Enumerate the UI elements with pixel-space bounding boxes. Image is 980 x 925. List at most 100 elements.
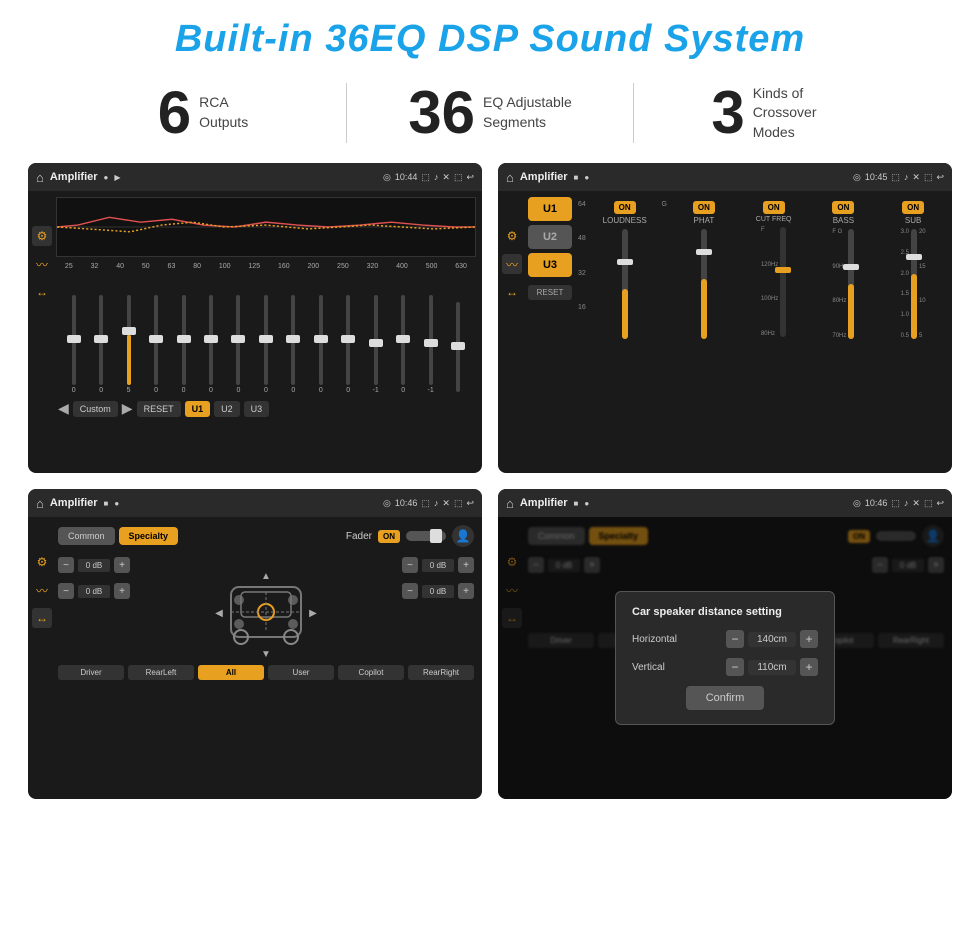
eq-slider-5[interactable]: 0 — [200, 295, 222, 394]
copy-icon-s1: ⬚ — [454, 172, 463, 183]
eq-icon-s2[interactable]: ⚙ — [502, 226, 522, 246]
user-btn-s3[interactable]: User — [268, 665, 334, 680]
phat-on-badge[interactable]: ON — [693, 201, 715, 214]
channel-bass: ON BASS F G90Hz80Hz70Hz — [811, 201, 877, 341]
u2-btn[interactable]: U2 — [214, 401, 240, 417]
vol-plus-fr[interactable]: + — [458, 557, 474, 573]
close-icon-s2[interactable]: ✕ — [912, 172, 920, 183]
cutfreq-on-badge[interactable]: ON — [763, 201, 785, 214]
eq-slider-12[interactable]: 0 — [392, 295, 414, 394]
sub-on-badge[interactable]: ON — [902, 201, 924, 214]
horizontal-plus-btn[interactable]: + — [800, 630, 818, 648]
eq-slider-3[interactable]: 0 — [145, 295, 167, 394]
all-btn-s3[interactable]: All — [198, 665, 264, 680]
vertical-plus-btn[interactable]: + — [800, 658, 818, 676]
u1-crossover-btn[interactable]: U1 — [528, 197, 572, 221]
eq-slider-13[interactable]: -1 — [420, 295, 442, 394]
vol-minus-rl[interactable]: − — [58, 583, 74, 599]
speaker-icon-s1[interactable]: ↔ — [32, 282, 52, 302]
rearright-btn-s3[interactable]: RearRight — [408, 665, 474, 680]
eq-slider-7[interactable]: 0 — [255, 295, 277, 394]
vol-value-fl: 0 dB — [78, 559, 110, 572]
dot-icon: ● — [104, 173, 109, 182]
next-icon[interactable]: ▶ — [122, 400, 133, 417]
eq-slider-4[interactable]: 0 — [173, 295, 195, 394]
close-icon-s4[interactable]: ✕ — [912, 498, 920, 509]
screen3-topbar: ⌂ Amplifier ■ ● ◎ 10:46 ⬚ ♪ ✕ ⬚ ↩ — [28, 489, 482, 517]
phat-slider[interactable] — [701, 229, 707, 339]
home-icon-s4[interactable]: ⌂ — [506, 496, 514, 511]
channel-cutfreq: ON CUT FREQ F120Hz100Hz80Hz — [741, 201, 807, 339]
reset-btn[interactable]: RESET — [137, 401, 181, 417]
copy-icon-s4: ⬚ — [924, 498, 933, 509]
screen-crossover: ⌂ Amplifier ■ ● ◎ 10:45 ⬚ ♪ ✕ ⬚ ↩ ⚙ 〰 ↔ — [498, 163, 952, 473]
vol-value-fr: 0 dB — [422, 559, 454, 572]
vol-minus-fr[interactable]: − — [402, 557, 418, 573]
horizontal-minus-btn[interactable]: − — [726, 630, 744, 648]
eq-slider-11[interactable]: -1 — [365, 295, 387, 394]
vertical-control: − 110cm + — [726, 658, 818, 676]
speaker-icon-s3[interactable]: ↔ — [32, 608, 52, 628]
eq-slider-0[interactable]: 0 — [63, 295, 85, 394]
u2-crossover-btn[interactable]: U2 — [528, 225, 572, 249]
volume-icon-s2: ♪ — [904, 172, 909, 182]
horizontal-control: − 140cm + — [726, 630, 818, 648]
dialog-overlay: Car speaker distance setting Horizontal … — [498, 517, 952, 799]
confirm-button[interactable]: Confirm — [686, 686, 765, 710]
eq-icon-s3[interactable]: ⚙ — [32, 552, 52, 572]
eq-slider-6[interactable]: 0 — [227, 295, 249, 394]
fader-slider[interactable] — [406, 531, 446, 541]
bass-on-badge[interactable]: ON — [832, 201, 854, 214]
close-icon-s1[interactable]: ✕ — [442, 172, 450, 183]
eq-icon-s1[interactable]: ⚙ — [32, 226, 52, 246]
eq-slider-9[interactable]: 0 — [310, 295, 332, 394]
loudness-on-badge[interactable]: ON — [614, 201, 636, 214]
wave-icon-s1[interactable]: 〰 — [32, 254, 52, 274]
back-icon-s3[interactable]: ↩ — [466, 498, 474, 509]
eq-slider-14[interactable] — [447, 302, 469, 394]
speaker-icon-s2[interactable]: ↔ — [502, 282, 522, 302]
custom-btn[interactable]: Custom — [73, 401, 118, 417]
specialty-tab-s3[interactable]: Specialty — [119, 527, 179, 545]
u3-btn[interactable]: U3 — [244, 401, 270, 417]
vol-plus-fl[interactable]: + — [114, 557, 130, 573]
fader-on-badge[interactable]: ON — [378, 530, 400, 543]
rearleft-btn-s3[interactable]: RearLeft — [128, 665, 194, 680]
screen2-sidebar: ⚙ 〰 ↔ — [502, 226, 522, 302]
stat-crossover: 3 Kinds of Crossover Modes — [634, 83, 920, 143]
vol-plus-rr[interactable]: + — [458, 583, 474, 599]
loudness-label: LOUDNESS — [603, 216, 647, 225]
bass-slider[interactable] — [848, 229, 854, 339]
home-icon[interactable]: ⌂ — [36, 170, 44, 185]
eq-slider-10[interactable]: 0 — [337, 295, 359, 394]
dot2-icon-s3: ● — [114, 499, 119, 508]
loudness-slider[interactable] — [622, 229, 628, 339]
driver-btn-s3[interactable]: Driver — [58, 665, 124, 680]
back-icon-s1[interactable]: ↩ — [466, 172, 474, 183]
u1-btn[interactable]: U1 — [185, 401, 211, 417]
back-icon-s2[interactable]: ↩ — [936, 172, 944, 183]
vertical-minus-btn[interactable]: − — [726, 658, 744, 676]
copilot-btn-s3[interactable]: Copilot — [338, 665, 404, 680]
cutfreq-slider[interactable] — [780, 227, 786, 337]
eq-slider-8[interactable]: 0 — [282, 295, 304, 394]
close-icon-s3[interactable]: ✕ — [442, 498, 450, 509]
person-icon[interactable]: 👤 — [452, 525, 474, 547]
vol-plus-rl[interactable]: + — [114, 583, 130, 599]
eq-slider-1[interactable]: 0 — [90, 295, 112, 394]
wave-icon-s2[interactable]: 〰 — [502, 254, 522, 274]
vol-minus-fl[interactable]: − — [58, 557, 74, 573]
wave-icon-s3[interactable]: 〰 — [32, 580, 52, 600]
vol-minus-rr[interactable]: − — [402, 583, 418, 599]
home-icon-s2[interactable]: ⌂ — [506, 170, 514, 185]
home-icon-s3[interactable]: ⌂ — [36, 496, 44, 511]
eq-slider-2[interactable]: 5 — [118, 295, 140, 394]
u3-crossover-btn[interactable]: U3 — [528, 253, 572, 277]
sub-slider[interactable] — [911, 229, 917, 339]
vol-value-rr: 0 dB — [422, 585, 454, 598]
reset-crossover-btn[interactable]: RESET — [528, 285, 572, 300]
back-icon-s4[interactable]: ↩ — [936, 498, 944, 509]
horizontal-value: 140cm — [748, 632, 796, 647]
prev-icon[interactable]: ◀ — [58, 400, 69, 417]
common-tab-s3[interactable]: Common — [58, 527, 115, 545]
